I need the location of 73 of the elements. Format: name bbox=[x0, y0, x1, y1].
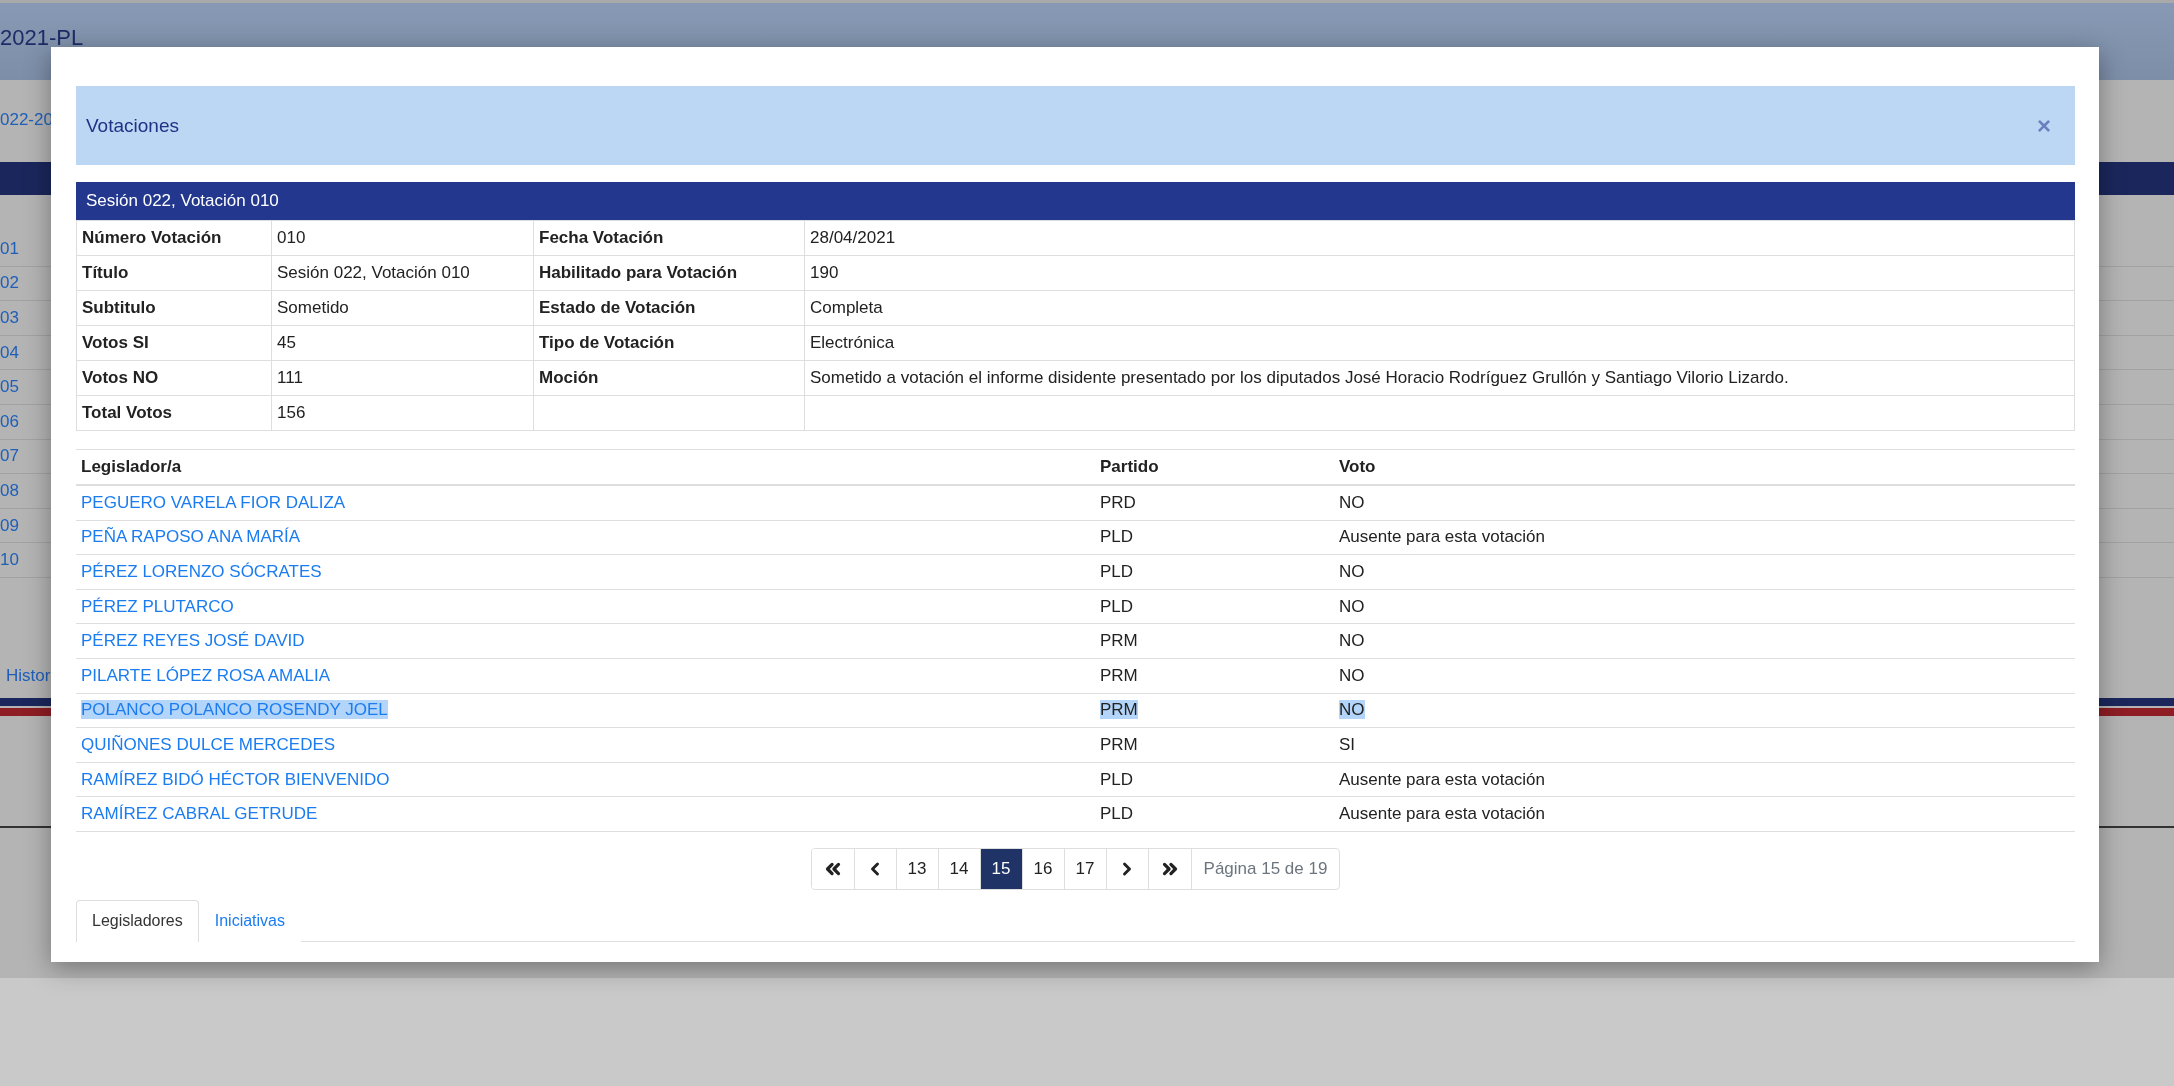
field-value: 156 bbox=[271, 395, 534, 431]
legislator-link[interactable]: QUIÑONES DULCE MERCEDES bbox=[81, 734, 336, 754]
vote-text: NO bbox=[1339, 562, 1365, 581]
page-info: Página 15 de 19 bbox=[1202, 857, 1329, 880]
legislator-link[interactable]: RAMÍREZ BIDÓ HÉCTOR BIENVENIDO bbox=[81, 769, 390, 789]
field-value: Completa bbox=[804, 290, 2075, 326]
page-title: 2021-PL bbox=[0, 24, 84, 52]
party-text: PLD bbox=[1100, 769, 1134, 789]
vote-text: NO bbox=[1339, 665, 1365, 685]
field-label: Habilitado para Votación bbox=[533, 255, 805, 291]
legislator-link[interactable]: RAMÍREZ CABRAL GETRUDE bbox=[81, 804, 318, 824]
legislator-link[interactable]: PÉREZ PLUTARCO bbox=[81, 596, 234, 616]
row-link[interactable]: 02 bbox=[0, 273, 19, 294]
field-label: Título bbox=[76, 255, 272, 291]
vote-text: Ausente para esta votación bbox=[1339, 769, 1546, 789]
field-value: 190 bbox=[804, 255, 2075, 291]
vote-text: Ausente para esta votación bbox=[1339, 527, 1546, 547]
column-header: Partido bbox=[1095, 449, 1334, 485]
field-label: Tipo de Votación bbox=[533, 325, 805, 361]
party-text: PRM bbox=[1100, 631, 1138, 651]
legislator-link[interactable]: PILARTE LÓPEZ ROSA AMALIA bbox=[81, 665, 331, 685]
party-text: PLD bbox=[1100, 527, 1134, 547]
field-value: 45 bbox=[271, 325, 534, 361]
field-label: Votos NO bbox=[76, 360, 272, 396]
field-label: Estado de Votación bbox=[533, 290, 805, 326]
column-header: Legislador/a bbox=[76, 449, 1095, 485]
field-label: Número Votación bbox=[76, 220, 272, 256]
vote-text: SI bbox=[1339, 734, 1356, 754]
field-value: Sesión 022, Votación 010 bbox=[271, 255, 534, 291]
page-button[interactable]: 15 bbox=[980, 848, 1023, 889]
row-link[interactable]: 03 bbox=[0, 308, 19, 328]
first-page-button[interactable] bbox=[811, 848, 855, 889]
field-value: Sometido bbox=[271, 290, 534, 326]
row-link[interactable]: 06 bbox=[0, 411, 19, 432]
vote-text: NO bbox=[1339, 492, 1365, 512]
party-text: PRM bbox=[1100, 734, 1138, 754]
section-title: Sesión 022, Votación 010 bbox=[76, 182, 2075, 220]
vote-text: NO bbox=[1339, 700, 1365, 720]
field-value: 28/04/2021 bbox=[804, 220, 2075, 256]
dialog-title: Votaciones bbox=[86, 114, 179, 137]
field-value: Electrónica bbox=[804, 325, 2075, 361]
row-link[interactable]: 05 bbox=[0, 377, 19, 398]
tab[interactable]: Legisladores bbox=[76, 899, 199, 942]
field-value: Sometido a votación el informe disidente presentado por los diputados José Horacio Rodríguez Grullón y Santiago Vilorio Lizardo. bbox=[804, 360, 2075, 396]
row-link[interactable]: 01 bbox=[0, 238, 19, 259]
party-text: PLD bbox=[1100, 596, 1134, 616]
field-label: Moción bbox=[533, 360, 805, 396]
field-label: Fecha Votación bbox=[533, 220, 805, 256]
legislator-link[interactable]: PÉREZ LORENZO SÓCRATES bbox=[81, 562, 322, 581]
field-label: Subtitulo bbox=[76, 290, 272, 326]
party-text: PLD bbox=[1100, 804, 1134, 824]
row-link[interactable]: 07 bbox=[0, 446, 19, 467]
row-link[interactable]: 09 bbox=[0, 515, 19, 536]
vote-text: NO bbox=[1339, 596, 1365, 616]
close-button[interactable]: × bbox=[2033, 111, 2055, 140]
vote-text: NO bbox=[1339, 631, 1365, 651]
row-link[interactable]: 04 bbox=[0, 342, 19, 363]
field-value: 111 bbox=[271, 360, 534, 396]
legislator-link[interactable]: PÉREZ REYES JOSÉ DAVID bbox=[81, 631, 305, 651]
party-text: PRM bbox=[1100, 700, 1138, 720]
field-label: Total Votos bbox=[76, 395, 272, 431]
field-label: Votos SI bbox=[76, 325, 272, 361]
legislator-link[interactable]: POLANCO POLANCO ROSENDY JOEL bbox=[81, 700, 388, 720]
row-link[interactable]: 10 bbox=[0, 550, 19, 571]
party-text: PLD bbox=[1100, 562, 1134, 581]
column-header: Voto bbox=[1334, 449, 2075, 485]
field-value: 010 bbox=[271, 220, 534, 256]
party-text: PRD bbox=[1100, 492, 1136, 512]
party-text: PRM bbox=[1100, 665, 1138, 685]
legislator-link[interactable]: PEGUERO VARELA FIOR DALIZA bbox=[81, 492, 346, 512]
legislator-link[interactable]: PEÑA RAPOSO ANA MARÍA bbox=[81, 527, 301, 547]
vote-text: Ausente para esta votación bbox=[1339, 804, 1546, 824]
row-link[interactable]: 08 bbox=[0, 480, 19, 501]
